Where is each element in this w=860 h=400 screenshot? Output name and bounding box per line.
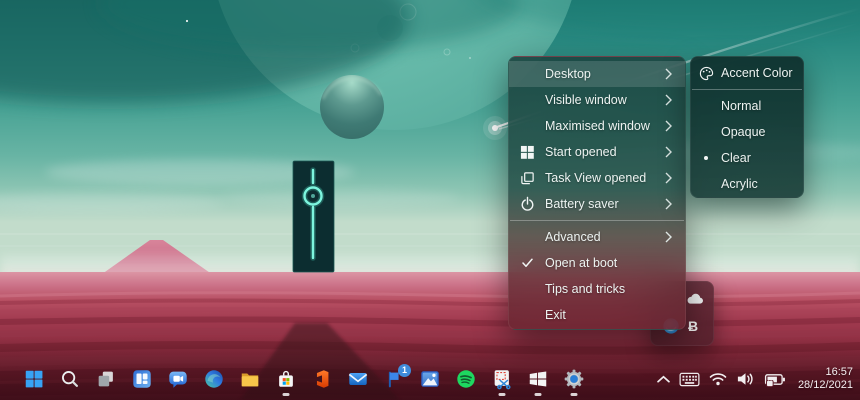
menu-item-label: Exit (545, 308, 566, 322)
menu-item-start-opened[interactable]: Start opened (509, 139, 685, 165)
running-indicator (498, 393, 505, 396)
chevron-right-icon (665, 231, 672, 243)
submenu-item-clear[interactable]: Clear (691, 145, 803, 171)
onedrive-cloud-icon[interactable] (684, 289, 706, 311)
mail-icon[interactable] (346, 368, 369, 391)
menu-item-label: Start opened (545, 145, 617, 159)
menu-item-tips-and-tricks[interactable]: Tips and tricks (509, 276, 685, 302)
submenu-item-opaque[interactable]: Opaque (691, 119, 803, 145)
menu-item-desktop[interactable]: Desktop (509, 61, 685, 87)
start-button-icon[interactable] (22, 368, 45, 391)
checkmark-icon (521, 258, 533, 268)
running-indicator (570, 393, 577, 396)
volume-icon[interactable] (736, 371, 755, 387)
submenu-item-normal[interactable]: Normal (691, 93, 803, 119)
windows-logo-icon (520, 145, 535, 160)
running-indicator (534, 393, 541, 396)
menu-item-maximised-window[interactable]: Maximised window (509, 113, 685, 139)
edge-browser-icon[interactable] (202, 368, 225, 391)
clock-date: 28/12/2021 (797, 379, 853, 391)
translucenttb-context-menu: Desktop Visible window Maximised window (508, 56, 686, 330)
flag-notification-icon[interactable]: 1 (382, 363, 411, 391)
wifi-icon[interactable] (709, 372, 727, 386)
desktop-screen: 1 16:57 28/12/2021 Ƀ Desktop Visible win… (0, 0, 860, 400)
menu-item-label: Battery saver (545, 197, 619, 211)
clock-time: 16:57 (825, 366, 853, 378)
palette-icon (699, 66, 714, 81)
menu-item-label: Open at boot (545, 256, 618, 270)
menu-item-open-at-boot[interactable]: Open at boot (509, 250, 685, 276)
task-view-icon (520, 171, 535, 186)
submenu-item-label: Normal (721, 99, 762, 113)
spotify-icon[interactable] (454, 368, 477, 391)
menu-item-label: Visible window (545, 93, 627, 107)
notification-badge: 1 (398, 363, 411, 377)
snipping-tool-icon[interactable] (490, 368, 513, 396)
running-indicator (282, 393, 289, 396)
menu-item-task-view-opened[interactable]: Task View opened (509, 165, 685, 191)
settings-gear-icon[interactable] (562, 368, 585, 396)
search-icon[interactable] (58, 368, 81, 391)
menu-item-label: Maximised window (545, 119, 650, 133)
taskbar-clock[interactable]: 16:57 28/12/2021 (796, 366, 857, 392)
task-view-icon[interactable] (94, 368, 117, 391)
windows-app-icon[interactable] (526, 368, 549, 396)
submenu-separator (692, 89, 802, 90)
photos-icon[interactable] (418, 368, 441, 391)
menu-item-advanced[interactable]: Advanced (509, 224, 685, 250)
submenu-item-label: Opaque (721, 125, 766, 139)
chevron-right-icon (665, 94, 672, 106)
submenu-item-label: Accent Color (721, 66, 793, 80)
menu-separator (510, 220, 684, 221)
taskbar: 1 16:57 28/12/2021 (0, 358, 860, 400)
microsoft-store-icon[interactable] (274, 368, 297, 396)
menu-item-label: Desktop (545, 67, 591, 81)
chat-icon[interactable] (166, 368, 189, 391)
chevron-right-icon (665, 120, 672, 132)
submenu-item-accent-color[interactable]: Accent Color (691, 60, 803, 86)
chevron-right-icon (665, 146, 672, 158)
selected-radio-dot-icon (704, 156, 708, 160)
menu-item-label: Task View opened (545, 171, 647, 185)
system-tray: 16:57 28/12/2021 (657, 358, 857, 400)
submenu-item-label: Acrylic (721, 177, 758, 191)
desktop-submenu: Accent Color Normal Opaque Clear Acrylic (690, 56, 804, 198)
hidden-icons-chevron-icon[interactable] (657, 375, 670, 384)
menu-item-label: Tips and tricks (545, 282, 626, 296)
menu-item-exit[interactable]: Exit (509, 302, 685, 328)
file-explorer-icon[interactable] (238, 368, 261, 391)
chevron-right-icon (665, 68, 672, 80)
submenu-item-label: Clear (721, 151, 751, 165)
touch-keyboard-icon[interactable] (679, 372, 700, 387)
battery-charging-icon[interactable] (764, 371, 787, 388)
chevron-right-icon (665, 172, 672, 184)
battery-saver-icon (520, 196, 535, 212)
office-icon[interactable] (310, 368, 333, 391)
menu-item-visible-window[interactable]: Visible window (509, 87, 685, 113)
chevron-right-icon (665, 198, 672, 210)
taskbar-pinned-apps: 1 (0, 363, 585, 396)
widgets-icon[interactable] (130, 368, 153, 391)
submenu-item-acrylic[interactable]: Acrylic (691, 171, 803, 197)
menu-item-battery-saver[interactable]: Battery saver (509, 191, 685, 217)
menu-item-label: Advanced (545, 230, 601, 244)
